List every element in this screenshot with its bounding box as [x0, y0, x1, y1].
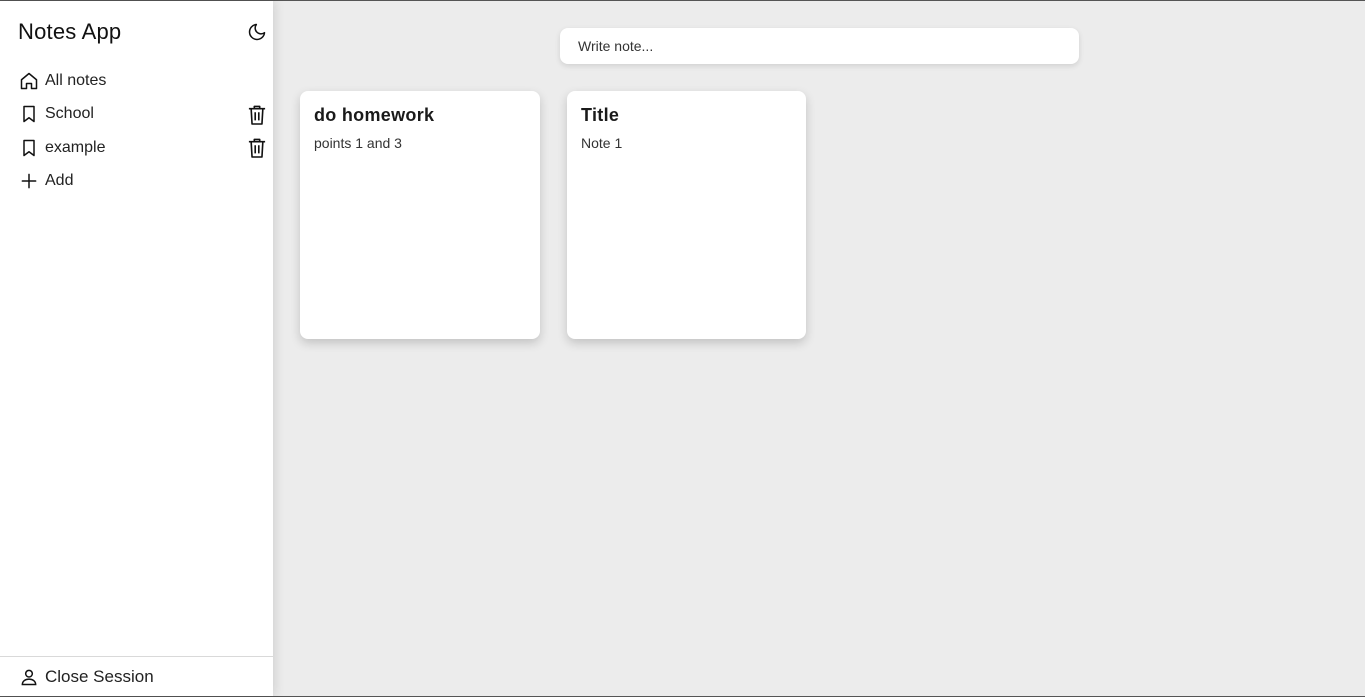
bookmark-icon: [19, 104, 39, 124]
sidebar-item-label: School: [45, 105, 94, 123]
plus-icon: [19, 171, 39, 191]
close-session-button[interactable]: Close Session: [0, 656, 273, 696]
note-title: Title: [581, 105, 620, 125]
theme-toggle-button[interactable]: [245, 20, 269, 44]
note-title: do homework: [314, 105, 435, 125]
sidebar-nav: All notes School example Add: [0, 64, 273, 198]
close-session-label: Close Session: [45, 666, 154, 686]
moon-icon: [248, 23, 266, 41]
trash-icon: [248, 105, 266, 125]
sidebar-item-label: All notes: [45, 71, 107, 89]
user-icon: [19, 667, 39, 687]
write-note-input[interactable]: [560, 28, 1079, 64]
trash-icon: [248, 138, 266, 158]
sidebar-item-all-notes[interactable]: All notes: [0, 64, 273, 98]
home-icon: [19, 71, 39, 91]
sidebar-item-example[interactable]: example: [0, 131, 273, 165]
sidebar-item-add[interactable]: Add: [0, 165, 273, 199]
sidebar-item-school[interactable]: School: [0, 98, 273, 132]
app-title: Notes App: [18, 19, 122, 44]
note-card[interactable]: Title Note 1: [567, 91, 806, 339]
note-body: points 1 and 3: [314, 135, 402, 151]
sidebar: Notes App All notes School example Add C…: [0, 1, 273, 696]
delete-school-button[interactable]: [247, 105, 267, 125]
note-card[interactable]: do homework points 1 and 3: [300, 91, 540, 339]
bookmark-icon: [19, 138, 39, 158]
sidebar-item-label: example: [45, 138, 106, 156]
delete-example-button[interactable]: [247, 138, 267, 158]
sidebar-item-label: Add: [45, 172, 74, 190]
note-body: Note 1: [581, 135, 623, 151]
